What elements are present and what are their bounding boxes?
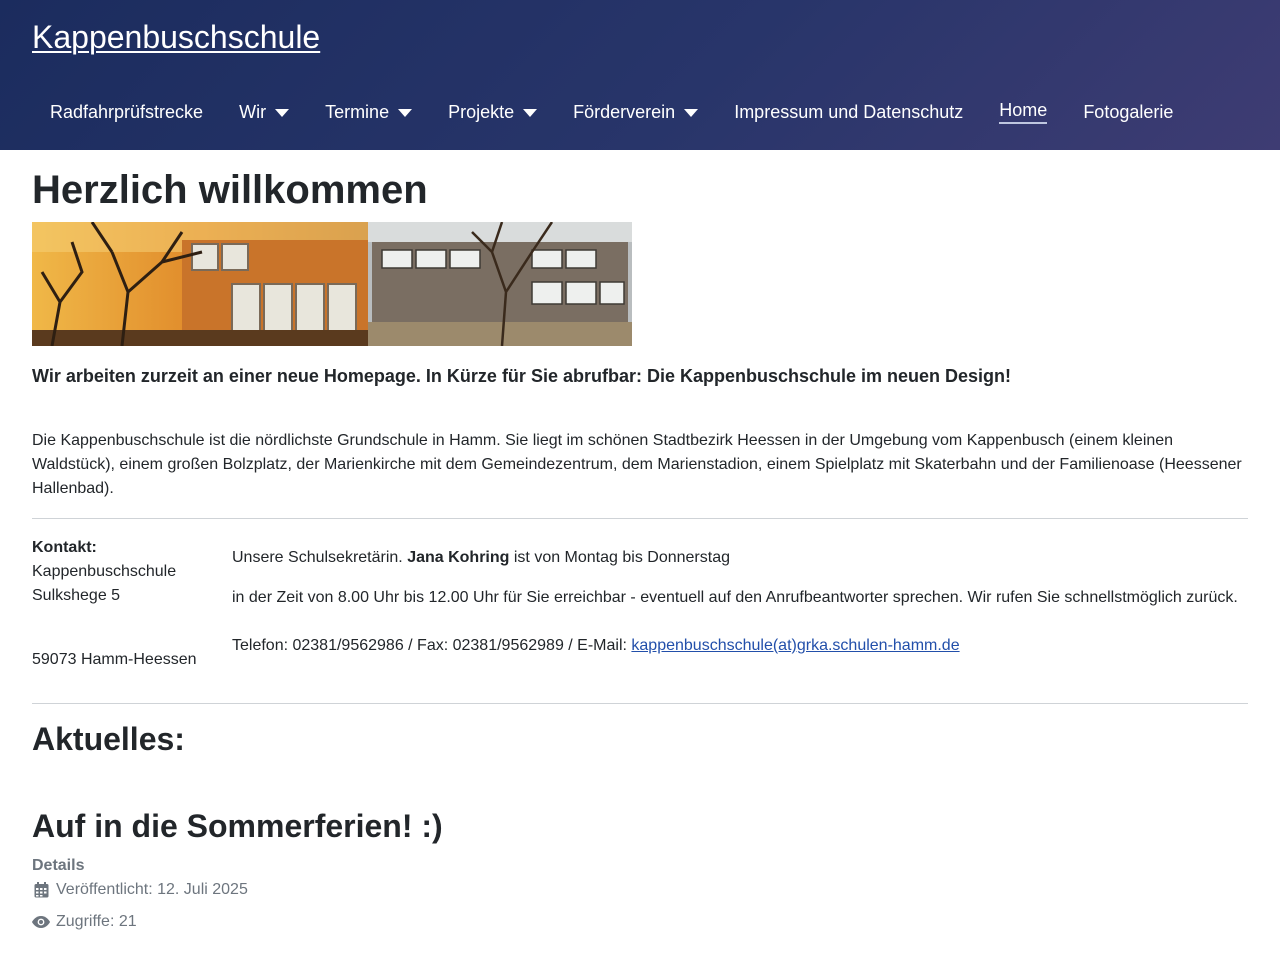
nav-item-wir[interactable]: Wir xyxy=(221,92,307,132)
secretary-line: Unsere Schulsekretärin. Jana Kohring ist… xyxy=(232,546,1248,570)
nav-item-foerderverein[interactable]: Förderverein xyxy=(555,92,716,132)
email-link[interactable]: kappenbuschschule(at)grka.schulen-hamm.d… xyxy=(631,637,959,654)
caret-down-icon xyxy=(684,108,699,117)
nav-item-label: Home xyxy=(999,100,1048,124)
contact-city: 59073 Hamm-Heessen xyxy=(32,651,197,668)
nav-item-label: Projekte xyxy=(448,101,515,122)
nav-item-impressum[interactable]: Impressum und Datenschutz xyxy=(716,92,981,132)
phone-line: Telefon: 02381/9562986 / Fax: 02381/9562… xyxy=(232,634,1248,658)
nav-item-projekte[interactable]: Projekte xyxy=(430,92,555,132)
site-header: Kappenbuschschule Radfahrprüfstrecke Wir… xyxy=(0,0,1280,150)
published-row: Veröffentlicht: 12. Juli 2025 xyxy=(32,878,248,902)
nav-item-radfahrpruefstrecke[interactable]: Radfahrprüfstrecke xyxy=(32,92,221,132)
nav-item-termine[interactable]: Termine xyxy=(307,92,430,132)
office-hours-line: in der Zeit von 8.00 Uhr bis 12.00 Uhr f… xyxy=(232,589,1238,606)
nav-item-label: Förderverein xyxy=(573,101,676,122)
contact-name: Kappenbuschschule xyxy=(32,563,177,580)
calendar-icon xyxy=(32,881,50,899)
site-brand-link[interactable]: Kappenbuschschule xyxy=(32,17,320,57)
intro-paragraph: Die Kappenbuschschule ist die nördlichst… xyxy=(32,432,1242,497)
nav-item-label: Radfahrprüfstrecke xyxy=(50,101,204,122)
nav-item-label: Fotogalerie xyxy=(1083,101,1174,122)
secretary-post: ist von Montag bis Donnerstag xyxy=(509,549,730,566)
article-title[interactable]: Auf in die Sommerferien! :) xyxy=(32,806,443,846)
eye-icon xyxy=(32,913,50,931)
contact-heading: Kontakt: xyxy=(32,539,97,556)
divider xyxy=(32,703,1248,704)
redesign-notice: Wir arbeiten zurzeit an einer neue Homep… xyxy=(32,366,1012,386)
page-title: Herzlich willkommen xyxy=(32,168,428,212)
details-label: Details xyxy=(32,857,85,874)
caret-down-icon xyxy=(523,108,538,117)
hits-count: Zugriffe: 21 xyxy=(56,913,137,930)
school-photo xyxy=(32,222,632,346)
nav-item-home[interactable]: Home xyxy=(981,92,1065,132)
article-details: Details Veröffentlicht: 12. Juli 2025 Zu… xyxy=(32,854,248,934)
nav-item-label: Wir xyxy=(239,101,267,122)
divider xyxy=(32,518,1248,519)
contact-details: Unsere Schulsekretärin. Jana Kohring ist… xyxy=(232,546,1248,658)
nav-item-label: Impressum und Datenschutz xyxy=(734,101,964,122)
nav-item-label: Termine xyxy=(325,101,390,122)
nav-item-fotogalerie[interactable]: Fotogalerie xyxy=(1065,92,1191,132)
caret-down-icon xyxy=(275,108,290,117)
contact-address: Kontakt: Kappenbuschschule Sulkshege 5 5… xyxy=(32,536,222,672)
main-nav: Radfahrprüfstrecke Wir Termine Projekte … xyxy=(32,92,1191,132)
published-date: Veröffentlicht: 12. Juli 2025 xyxy=(56,881,248,898)
school-photo-illustration xyxy=(32,222,632,346)
hits-row: Zugriffe: 21 xyxy=(32,910,248,934)
secretary-pre: Unsere Schulsekretärin. xyxy=(232,549,408,566)
phone-fax-text: Telefon: 02381/9562986 / Fax: 02381/9562… xyxy=(232,637,632,654)
caret-down-icon xyxy=(398,108,413,117)
secretary-name: Jana Kohring xyxy=(407,549,510,566)
news-heading: Aktuelles: xyxy=(32,721,185,757)
contact-street: Sulkshege 5 xyxy=(32,587,121,604)
